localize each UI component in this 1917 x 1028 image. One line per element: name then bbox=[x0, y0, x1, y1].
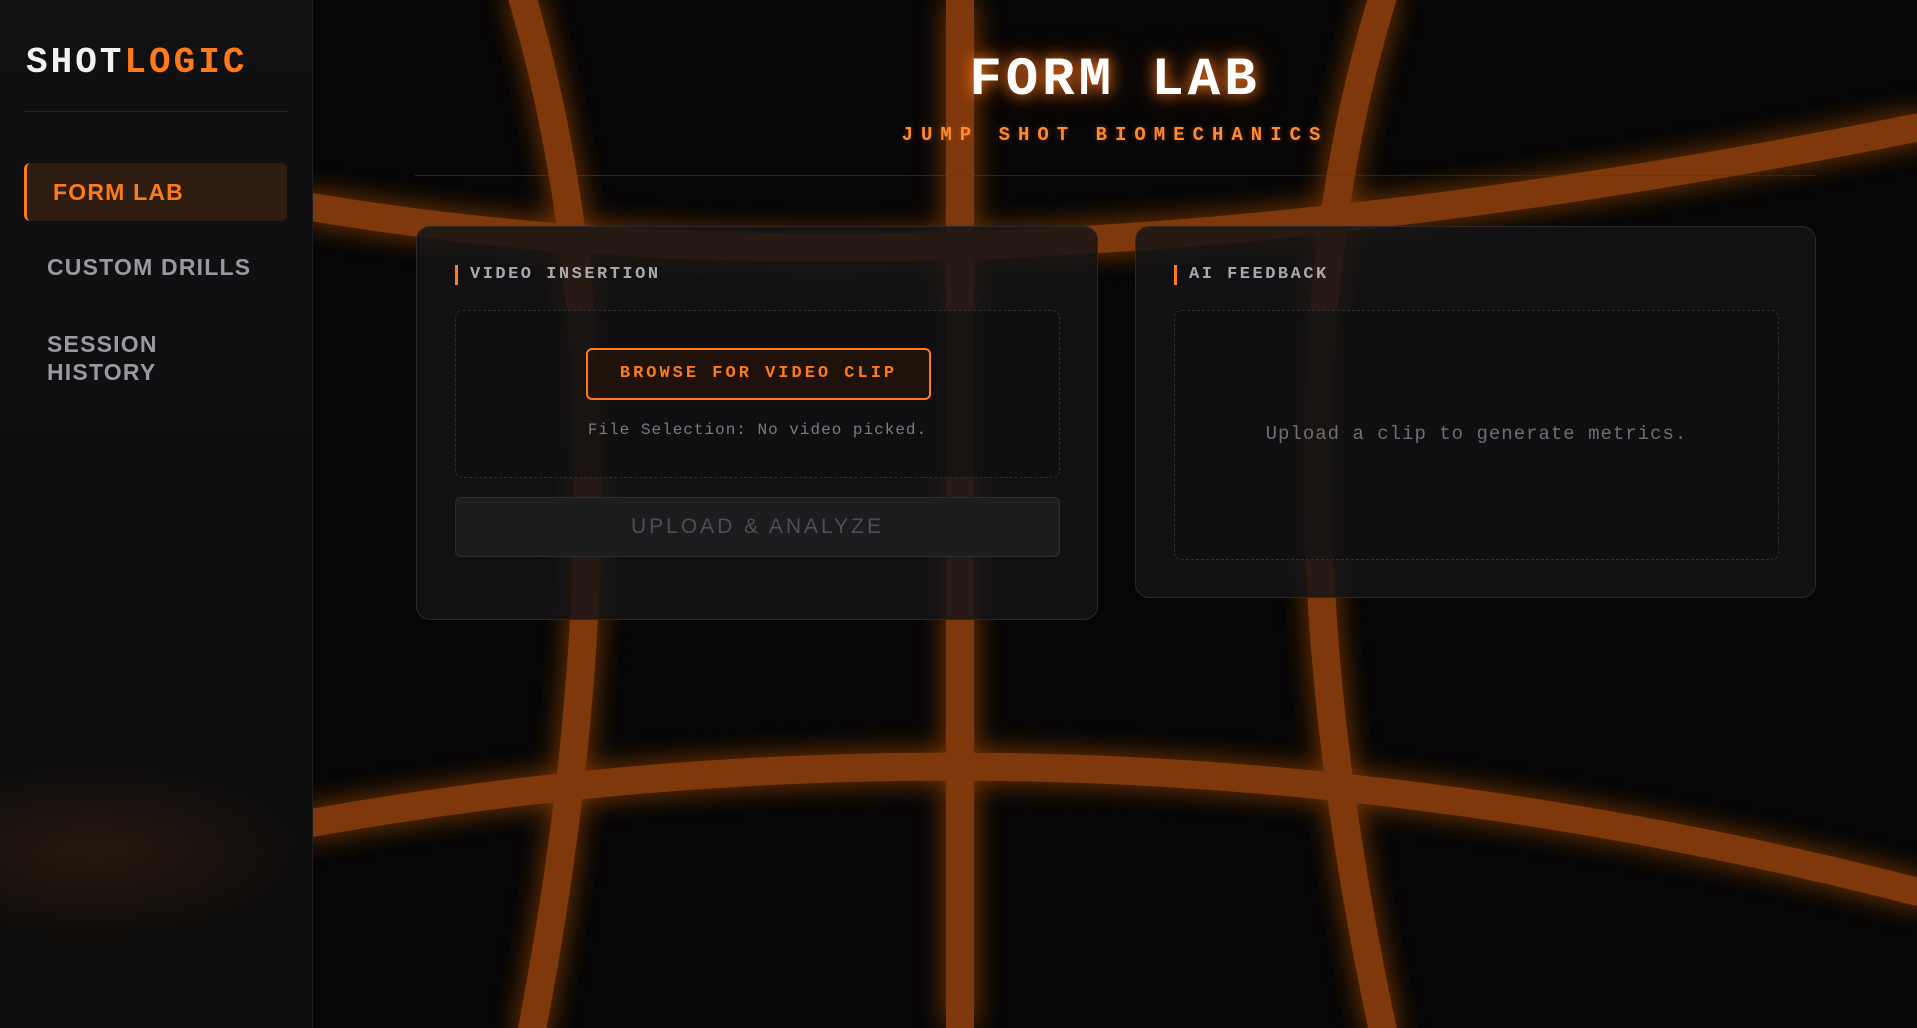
page-title: FORM LAB bbox=[969, 50, 1261, 111]
brand-logo-accent: LOGIC bbox=[124, 42, 248, 83]
sidebar: SHOTLOGIC FORM LAB CUSTOM DRILLS SESSION… bbox=[0, 0, 313, 1028]
panel-title: AI FEEDBACK bbox=[1174, 265, 1329, 285]
header-divider bbox=[415, 175, 1815, 176]
browse-video-button[interactable]: BROWSE FOR VIDEO CLIP bbox=[586, 348, 931, 400]
video-dropzone[interactable]: BROWSE FOR VIDEO CLIP File Selection: No… bbox=[455, 310, 1060, 478]
sidebar-item-form-lab[interactable]: FORM LAB bbox=[24, 163, 287, 221]
sidebar-item-session-history[interactable]: SESSION HISTORY bbox=[24, 330, 224, 386]
video-insertion-panel: VIDEO INSERTION BROWSE FOR VIDEO CLIP Fi… bbox=[416, 226, 1098, 620]
file-selection-status: File Selection: No video picked. bbox=[587, 421, 928, 439]
sidebar-item-label: CUSTOM DRILLS bbox=[47, 254, 252, 280]
sidebar-item-label: SESSION HISTORY bbox=[47, 331, 158, 385]
sidebar-item-label: FORM LAB bbox=[53, 179, 184, 205]
brand-logo-primary: SHOT bbox=[26, 42, 125, 83]
sidebar-divider bbox=[24, 111, 288, 112]
page-subtitle: JUMP SHOT BIOMECHANICS bbox=[901, 124, 1329, 146]
upload-analyze-button[interactable]: UPLOAD & ANALYZE bbox=[455, 497, 1060, 557]
feedback-output-area: Upload a clip to generate metrics. bbox=[1174, 310, 1779, 560]
app-root: SHOTLOGIC FORM LAB CUSTOM DRILLS SESSION… bbox=[0, 0, 1917, 1028]
brand-logo[interactable]: SHOTLOGIC bbox=[26, 42, 247, 83]
feedback-placeholder: Upload a clip to generate metrics. bbox=[1265, 423, 1688, 445]
sidebar-item-custom-drills[interactable]: CUSTOM DRILLS bbox=[24, 252, 287, 282]
panel-title: VIDEO INSERTION bbox=[455, 265, 661, 285]
ai-feedback-panel: AI FEEDBACK Upload a clip to generate me… bbox=[1135, 226, 1816, 598]
